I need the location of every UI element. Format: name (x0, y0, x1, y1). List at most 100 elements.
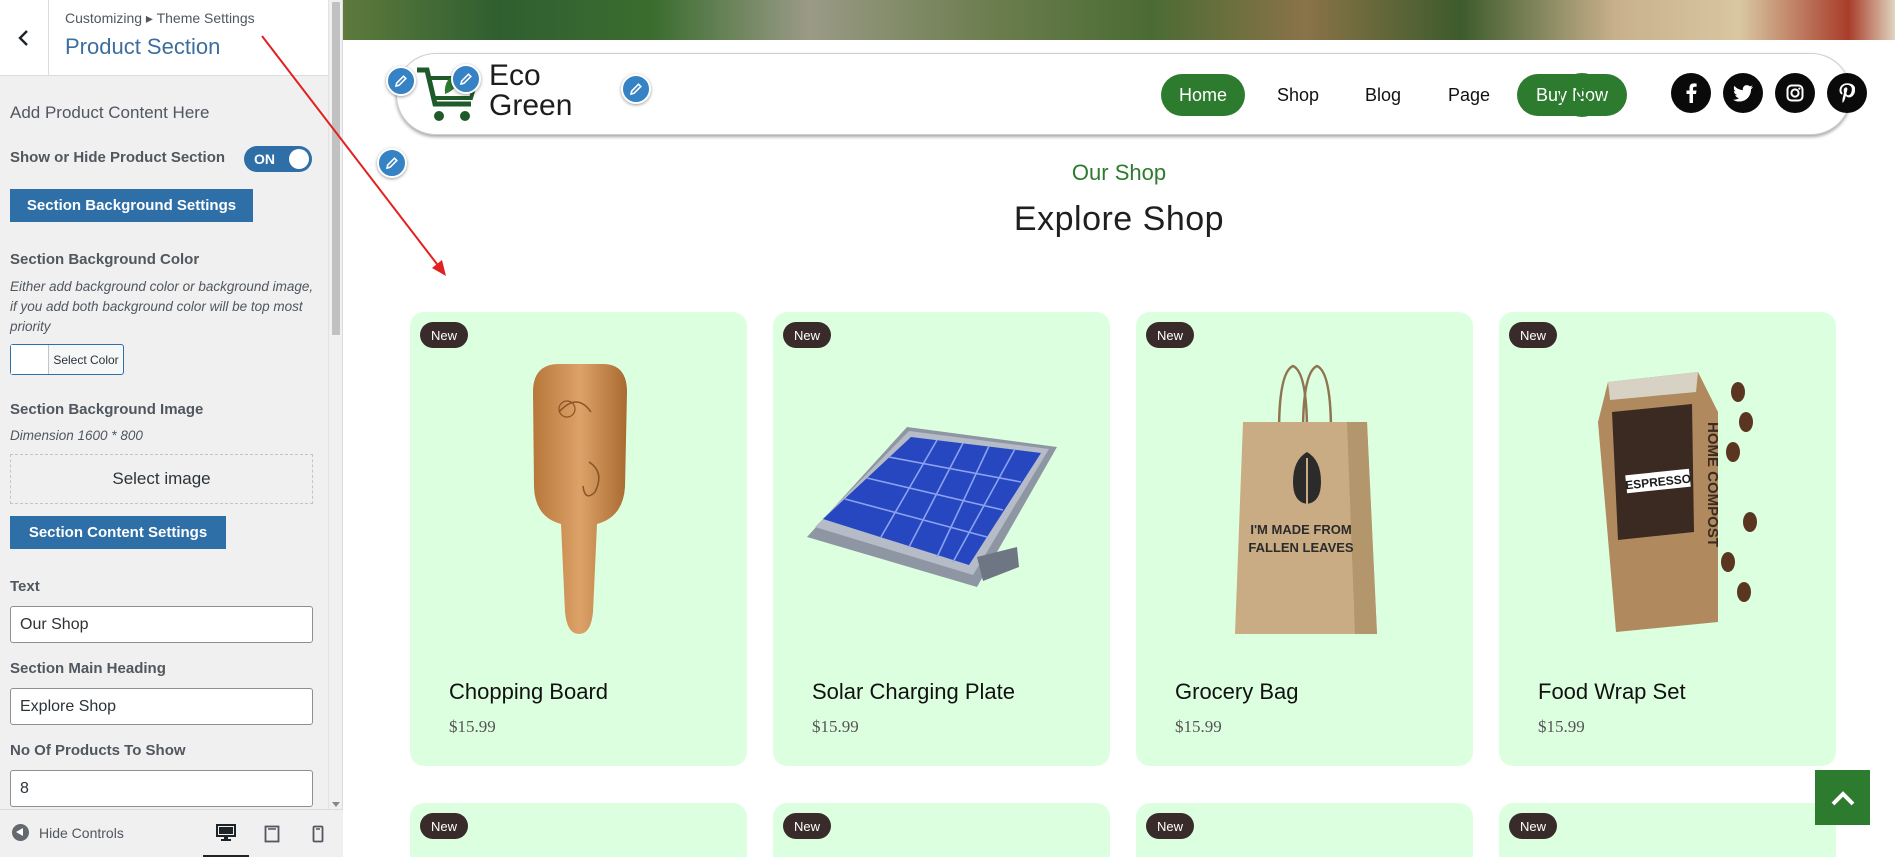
show-hide-toggle[interactable]: ON (244, 146, 312, 172)
product-price: $15.99 (449, 717, 496, 736)
site-logo-text[interactable]: Eco Green (489, 61, 572, 121)
hide-controls-button[interactable]: Hide Controls (12, 824, 124, 841)
solar-panel-image (806, 427, 1057, 587)
chevron-left-icon (18, 30, 28, 46)
collapse-icon (12, 824, 29, 841)
product-card[interactable]: New ESPRESSO HOME COMPOST Food Wrap Set … (1499, 312, 1836, 766)
edit-shortcut-menu[interactable] (621, 74, 651, 104)
bg-settings-button[interactable]: Section Background Settings (10, 189, 253, 222)
product-image-wooden-brush[interactable] (410, 352, 747, 642)
product-card[interactable]: New (1136, 803, 1473, 857)
product-card[interactable]: New (773, 803, 1110, 857)
select-image-button[interactable]: Select image (10, 454, 313, 504)
bg-image-dimension: Dimension 1600 * 800 (10, 428, 143, 443)
pinterest-icon (1839, 83, 1855, 103)
product-card[interactable]: New (410, 803, 747, 857)
pencil-icon (459, 73, 472, 86)
section-heading: Explore Shop (1013, 200, 1225, 238)
toggle-knob (289, 149, 309, 169)
select-color-button[interactable]: Select Color (10, 344, 124, 375)
section-title: Product Section (65, 34, 221, 59)
instagram-link[interactable] (1775, 73, 1815, 113)
mobile-preview-button[interactable] (295, 810, 341, 857)
toggle-state: ON (254, 151, 275, 167)
section-subheading: Our Shop (1071, 160, 1167, 185)
new-badge: New (1509, 813, 1558, 839)
product-name[interactable]: Chopping Board (449, 679, 608, 705)
pinterest-link[interactable] (1827, 73, 1867, 113)
pencil-icon (629, 83, 642, 96)
facebook-icon (1686, 83, 1697, 103)
desktop-icon (216, 823, 236, 841)
chevron-up-icon (1831, 790, 1854, 805)
new-badge: New (783, 813, 832, 839)
product-name[interactable]: Solar Charging Plate (812, 679, 1015, 705)
search-button[interactable] (1560, 73, 1604, 117)
sidebar-scrollbar[interactable] (328, 0, 342, 809)
bg-color-note: Either add background color or backgroun… (10, 279, 314, 334)
product-image-solar-panel[interactable] (773, 352, 1110, 642)
coffee-bag-image: ESPRESSO HOME COMPOST (1597, 372, 1757, 632)
product-card[interactable]: New (1499, 803, 1836, 857)
twitter-icon (1733, 84, 1753, 101)
header-banner-image (343, 0, 1895, 40)
hide-controls-label: Hide Controls (39, 824, 124, 841)
new-badge: New (783, 322, 832, 348)
customizer-sidebar: Customizing ▸ Theme Settings Product Sec… (0, 0, 343, 857)
main-heading-input[interactable]: Explore Shop (10, 688, 313, 725)
back-button[interactable] (0, 0, 49, 76)
content-settings-button[interactable]: Section Content Settings (10, 516, 226, 549)
bg-color-label: Section Background Color (10, 251, 200, 268)
text-input[interactable]: Our Shop (10, 606, 313, 643)
bag-print-line-1: I'M MADE FROM (1250, 522, 1351, 537)
show-hide-label: Show or Hide Product Section (10, 149, 226, 166)
num-products-input[interactable]: 8 (10, 770, 313, 807)
instagram-icon (1786, 84, 1804, 102)
site-preview: Eco Green Home Shop Blog Page Buy Now Ou… (343, 0, 1895, 857)
edit-shortcut-logo[interactable] (386, 66, 416, 96)
twitter-link[interactable] (1723, 73, 1763, 113)
tablet-preview-button[interactable] (249, 810, 295, 857)
product-card[interactable]: New Solar Charging Plate $15.99 (773, 312, 1110, 766)
site-navbar: Eco Green Home Shop Blog Page Buy Now (396, 53, 1867, 135)
new-badge: New (1509, 322, 1558, 348)
controls-panel: Add Product Content Here Show or Hide Pr… (0, 76, 328, 809)
main-heading-label: Section Main Heading (10, 660, 166, 677)
select-color-label: Select Color (53, 352, 119, 367)
product-name[interactable]: Grocery Bag (1175, 679, 1299, 705)
product-card[interactable]: New Chopping Board $15.99 (410, 312, 747, 766)
scroll-to-top-button[interactable] (1815, 770, 1870, 825)
bg-image-label: Section Background Image (10, 401, 204, 418)
product-card[interactable]: New I'M MADE FROM FALLEN LEAVES Grocery … (1136, 312, 1473, 766)
pencil-icon (394, 75, 407, 88)
search-icon (1574, 87, 1590, 103)
logo-line-2: Green (489, 89, 573, 122)
mobile-icon (312, 825, 324, 843)
color-swatch (11, 345, 49, 374)
bag-print-line-2: FALLEN LEAVES (1248, 540, 1354, 555)
product-price: $15.99 (1538, 717, 1585, 736)
wooden-brush-image (532, 364, 627, 634)
product-image-coffee-bag[interactable]: ESPRESSO HOME COMPOST (1499, 352, 1836, 642)
nav-blog[interactable]: Blog (1359, 74, 1407, 116)
add-content-heading: Add Product Content Here (10, 103, 210, 122)
product-name[interactable]: Food Wrap Set (1538, 679, 1686, 705)
nav-shop[interactable]: Shop (1272, 74, 1324, 116)
nav-home[interactable]: Home (1161, 74, 1245, 116)
logo-line-1: Eco (489, 59, 541, 92)
nav-page[interactable]: Page (1441, 74, 1497, 116)
edit-shortcut-site-title[interactable] (451, 64, 481, 94)
paper-bag-image: I'M MADE FROM FALLEN LEAVES (1234, 364, 1377, 634)
product-image-paper-bag[interactable]: I'M MADE FROM FALLEN LEAVES (1136, 352, 1473, 642)
scrollbar-thumb[interactable] (332, 2, 340, 335)
tablet-icon (264, 825, 280, 843)
desktop-preview-button[interactable] (203, 810, 249, 857)
customizer-header: Customizing ▸ Theme Settings Product Sec… (0, 0, 328, 76)
coffee-side-text: HOME COMPOST (1704, 422, 1721, 547)
new-badge: New (420, 813, 469, 839)
new-badge: New (420, 322, 469, 348)
product-price: $15.99 (1175, 717, 1222, 736)
facebook-link[interactable] (1671, 73, 1711, 113)
new-badge: New (1146, 322, 1195, 348)
scroll-down-arrow[interactable] (332, 802, 340, 807)
